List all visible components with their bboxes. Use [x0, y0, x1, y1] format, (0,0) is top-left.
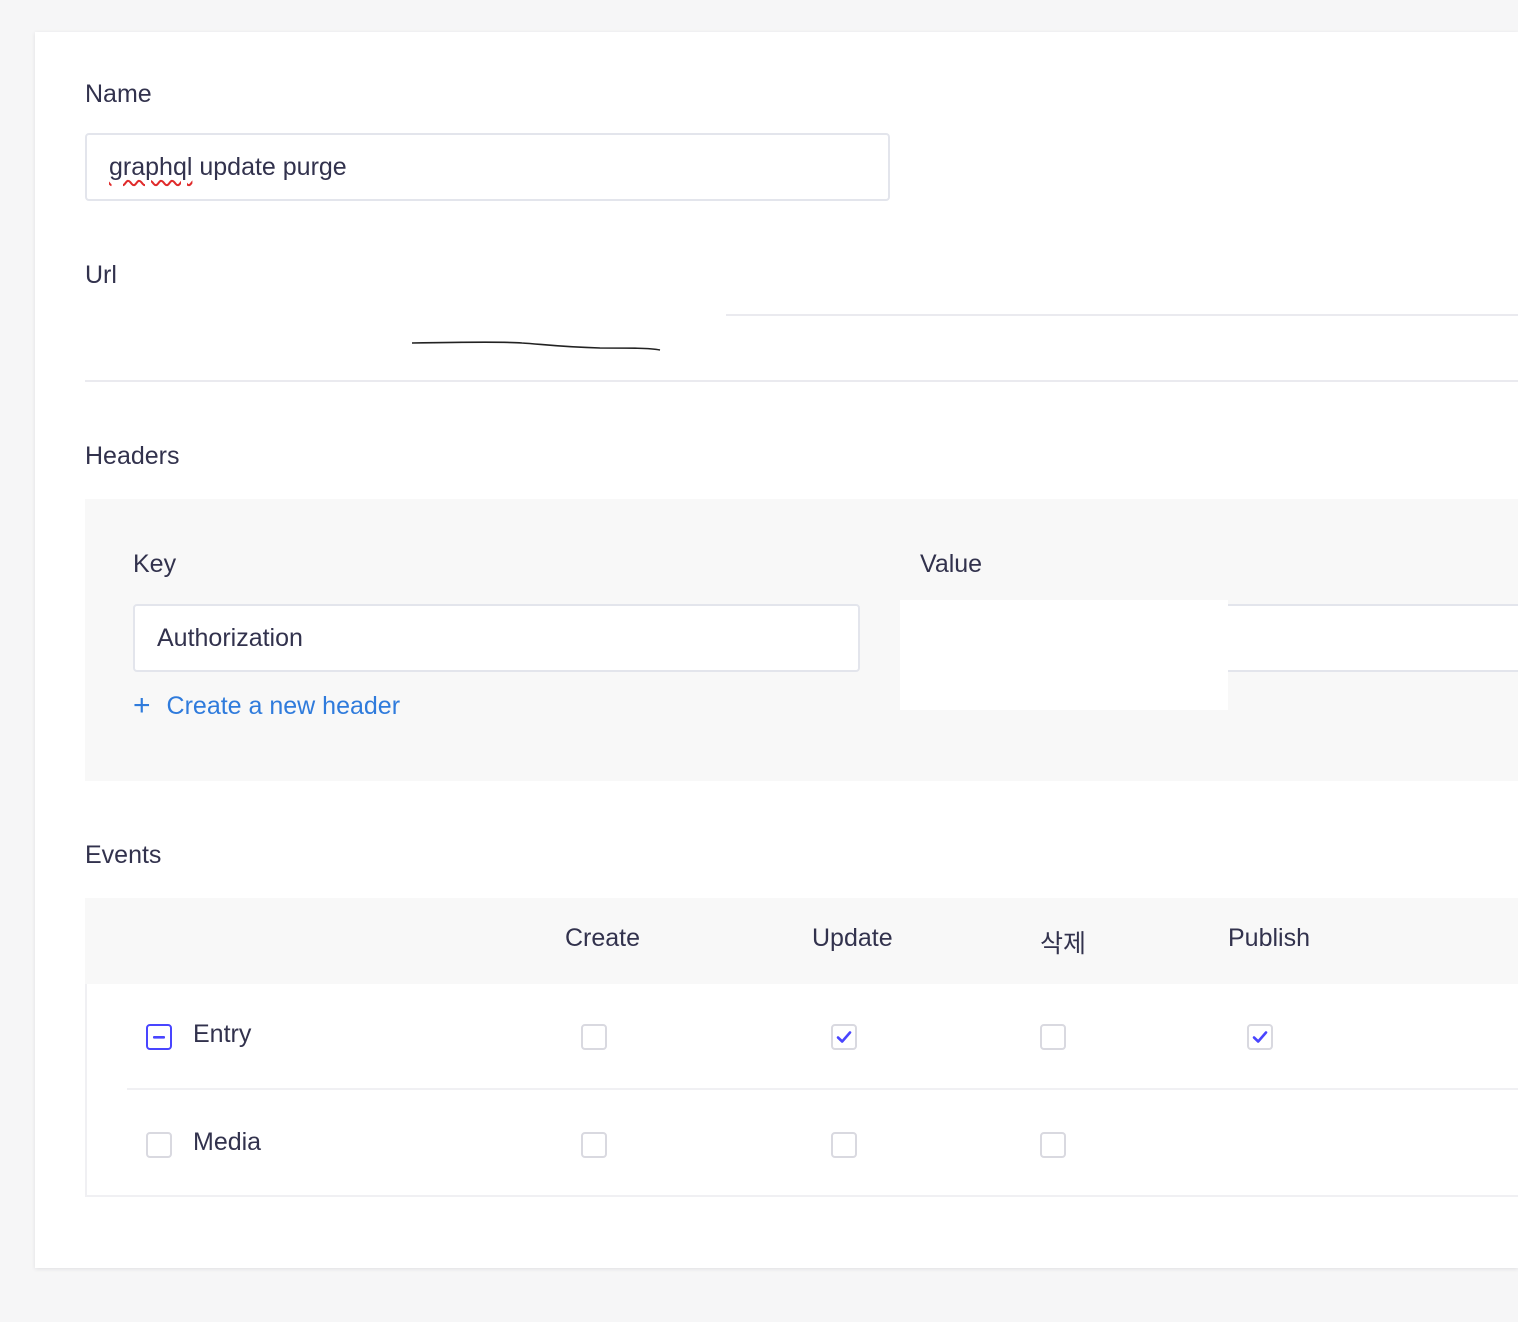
webhook-form-card: Name graphql update purge Url Headers Ke…	[35, 32, 1518, 1268]
header-value-label: Value	[920, 550, 983, 578]
media-update-checkbox[interactable]	[831, 1132, 857, 1158]
name-label: Name	[85, 80, 152, 108]
entry-row-checkbox[interactable]	[146, 1024, 172, 1050]
headers-panel: Key Value Authorization + Create a new h…	[85, 499, 1518, 781]
create-header-link[interactable]: + Create a new header	[133, 691, 400, 721]
check-icon	[1252, 1031, 1268, 1043]
events-label: Events	[85, 841, 162, 869]
column-delete: 삭제	[1040, 930, 1087, 958]
name-input[interactable]: graphql update purge	[85, 133, 890, 201]
media-delete-checkbox[interactable]	[1040, 1132, 1066, 1158]
events-table-body: Entry Media	[85, 984, 1518, 1197]
url-label: Url	[85, 261, 117, 289]
media-row-checkbox[interactable]	[146, 1132, 172, 1158]
headers-label: Headers	[85, 442, 180, 470]
redaction-box	[900, 600, 1228, 710]
entry-publish-checkbox[interactable]	[1247, 1024, 1273, 1050]
redaction-scribble-icon	[411, 341, 661, 351]
entry-update-checkbox[interactable]	[831, 1024, 857, 1050]
header-key-label: Key	[133, 550, 177, 578]
entry-row-label: Entry	[193, 1020, 252, 1048]
column-create: Create	[565, 924, 641, 952]
name-input-value: update purge	[192, 152, 347, 181]
row-divider	[127, 1088, 1518, 1090]
entry-create-checkbox[interactable]	[581, 1024, 607, 1050]
column-update: Update	[812, 924, 893, 952]
media-row-label: Media	[193, 1128, 262, 1156]
events-table-header: Create Update 삭제 Publish	[85, 898, 1518, 984]
url-input-bottom-border[interactable]	[85, 380, 1518, 382]
check-icon	[836, 1031, 852, 1043]
minus-icon	[153, 1036, 165, 1039]
column-publish: Publish	[1228, 924, 1310, 952]
header-key-value: Authorization	[157, 623, 303, 652]
header-key-input[interactable]: Authorization	[133, 604, 860, 672]
media-create-checkbox[interactable]	[581, 1132, 607, 1158]
create-header-link-label: Create a new header	[166, 691, 401, 720]
url-input-top-border	[726, 314, 1518, 316]
name-input-misspelled-word: graphql	[109, 152, 193, 181]
entry-delete-checkbox[interactable]	[1040, 1024, 1066, 1050]
plus-icon: +	[133, 689, 151, 722]
